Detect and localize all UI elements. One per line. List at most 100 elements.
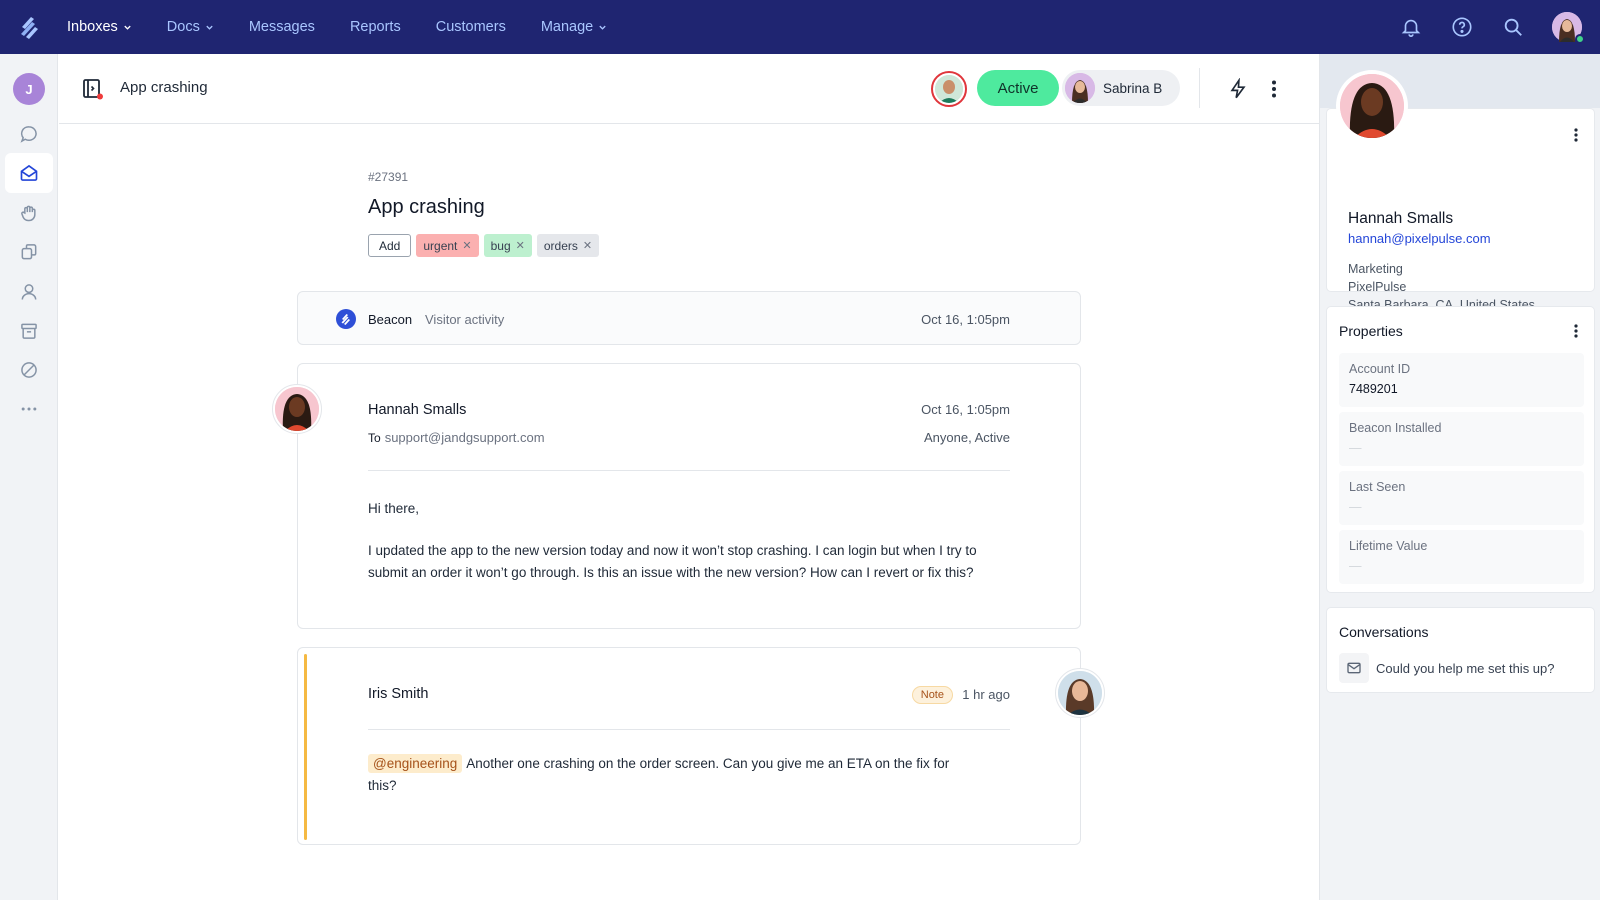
status-button[interactable]: Active xyxy=(977,70,1059,106)
header-divider xyxy=(1199,68,1200,108)
tag-bug[interactable]: bug ✕ xyxy=(483,234,532,257)
properties-menu-button[interactable] xyxy=(1568,321,1584,341)
nav-messages-label: Messages xyxy=(248,19,315,35)
archive-icon xyxy=(21,323,37,339)
nav-docs-label: Docs xyxy=(166,19,200,35)
customer-company: PixelPulse xyxy=(1348,280,1407,294)
kebab-icon xyxy=(1574,324,1578,338)
profile-menu-button[interactable] xyxy=(1568,125,1584,145)
conversation-header: App crashing Active Sabrina B xyxy=(59,54,1319,124)
beacon-time: Oct 16, 1:05pm xyxy=(921,312,1010,327)
property-account-id[interactable]: Account ID 7489201 xyxy=(1339,353,1584,407)
internal-note: Iris Smith Note 1 hr ago @engineering Ano… xyxy=(297,647,1081,845)
nav-docs[interactable]: Docs xyxy=(167,19,214,35)
hand-icon xyxy=(21,205,36,222)
note-time: 1 hr ago xyxy=(962,687,1010,702)
rail-more[interactable] xyxy=(5,389,53,429)
inbox-open-icon xyxy=(20,164,38,181)
previous-conversation[interactable]: Could you help me set this up? xyxy=(1339,653,1555,683)
rail-archive[interactable] xyxy=(5,311,53,351)
property-value: — xyxy=(1349,559,1362,573)
rail-hand[interactable] xyxy=(5,193,53,233)
message-sender[interactable]: Hannah Smalls xyxy=(368,402,466,418)
chat-icon xyxy=(20,126,37,143)
workflow-button[interactable] xyxy=(1226,77,1250,101)
nav-customers[interactable]: Customers xyxy=(436,19,506,35)
tag-urgent[interactable]: urgent ✕ xyxy=(416,234,479,257)
to-address: support@jandgsupport.com xyxy=(384,430,545,445)
rail-copy[interactable] xyxy=(5,232,53,272)
nav-reports[interactable]: Reports xyxy=(350,19,401,35)
note-body: @engineering Another one crashing on the … xyxy=(368,753,968,797)
customer-email[interactable]: hannah@pixelpulse.com xyxy=(1348,231,1491,246)
assignee-button[interactable]: Sabrina B xyxy=(1062,70,1180,106)
customer-department: Marketing xyxy=(1348,262,1403,276)
mention-engineering[interactable]: @engineering xyxy=(368,754,463,773)
mailbox-avatar[interactable]: J xyxy=(13,73,45,105)
viewing-agent-avatar[interactable] xyxy=(931,71,967,107)
rail-blocked[interactable] xyxy=(5,350,53,390)
kebab-icon xyxy=(1574,128,1578,142)
more-actions-button[interactable] xyxy=(1262,77,1286,101)
ticket-number: #27391 xyxy=(368,170,409,184)
user-avatar[interactable] xyxy=(1552,12,1585,44)
toggle-sidebar-icon[interactable] xyxy=(81,77,105,101)
customer-name[interactable]: Hannah Smalls xyxy=(1348,210,1453,228)
message-divider xyxy=(368,470,1010,471)
assignee-avatar xyxy=(1065,73,1095,103)
more-icon xyxy=(21,407,37,411)
tag-label: urgent xyxy=(423,238,458,253)
rail-chat[interactable] xyxy=(5,114,53,154)
message-greeting: Hi there, xyxy=(368,501,420,516)
customer-avatar[interactable] xyxy=(272,384,322,434)
beacon-source: Beacon xyxy=(368,312,413,327)
customer-message: Hannah Smalls To support@jandgsupport.com… xyxy=(297,363,1081,629)
chevron-down-icon xyxy=(599,25,606,30)
nav-inboxes[interactable]: Inboxes xyxy=(67,19,132,35)
customer-profile-avatar xyxy=(1336,70,1408,142)
message-recipient: To support@jandgsupport.com xyxy=(368,430,545,445)
helpscout-logo-icon[interactable] xyxy=(0,0,60,54)
search-icon[interactable] xyxy=(1501,15,1525,39)
property-value: — xyxy=(1349,441,1362,455)
top-nav: Inboxes Docs Messages Reports Customers … xyxy=(0,0,1600,54)
message-text: I updated the app to the new version tod… xyxy=(368,543,977,580)
bell-icon[interactable] xyxy=(1399,15,1423,39)
mail-icon xyxy=(1339,653,1369,683)
remove-tag-icon[interactable]: ✕ xyxy=(462,239,471,252)
add-tag-button[interactable]: Add xyxy=(368,234,412,257)
property-label: Beacon Installed xyxy=(1349,421,1442,435)
ticket-subject[interactable]: App crashing xyxy=(368,196,485,219)
rail-inbox[interactable] xyxy=(5,153,53,193)
note-author: Iris Smith xyxy=(368,686,429,702)
conversation-subject: Could you help me set this up? xyxy=(1376,660,1555,676)
rail-customers[interactable] xyxy=(5,272,53,312)
conversations-card: Conversations Could you help me set this… xyxy=(1326,607,1595,693)
remove-tag-icon[interactable]: ✕ xyxy=(583,239,592,252)
property-lifetime-value[interactable]: Lifetime Value — xyxy=(1339,530,1584,584)
tag-label: orders xyxy=(543,238,578,253)
nav-reports-label: Reports xyxy=(349,19,401,35)
remove-tag-icon[interactable]: ✕ xyxy=(516,239,525,252)
left-rail: J xyxy=(0,54,58,900)
message-time: Oct 16, 1:05pm xyxy=(921,402,1010,417)
tag-orders[interactable]: orders ✕ xyxy=(536,234,600,257)
beacon-activity-card[interactable]: Beacon Visitor activity Oct 16, 1:05pm xyxy=(297,291,1081,345)
property-beacon-installed[interactable]: Beacon Installed — xyxy=(1339,412,1584,466)
tag-list: Add urgent ✕ bug ✕ orders ✕ xyxy=(368,234,600,257)
agent-avatar-image xyxy=(935,75,963,103)
property-label: Lifetime Value xyxy=(1349,539,1428,553)
kebab-icon xyxy=(1272,80,1276,98)
nav-manage-label: Manage xyxy=(540,19,594,35)
property-label: Last Seen xyxy=(1349,480,1406,494)
beacon-icon xyxy=(336,309,356,329)
property-last-seen[interactable]: Last Seen — xyxy=(1339,471,1584,525)
conversation-title: App crashing xyxy=(120,79,208,96)
note-author-avatar[interactable] xyxy=(1055,668,1105,718)
help-icon[interactable] xyxy=(1450,15,1474,39)
nav-manage[interactable]: Manage xyxy=(541,19,607,35)
nav-messages[interactable]: Messages xyxy=(249,19,315,35)
beacon-activity-label: Visitor activity xyxy=(425,312,505,327)
property-label: Account ID xyxy=(1349,362,1411,376)
customer-sidebar: Hannah Smalls hannah@pixelpulse.com Mark… xyxy=(1319,54,1600,900)
